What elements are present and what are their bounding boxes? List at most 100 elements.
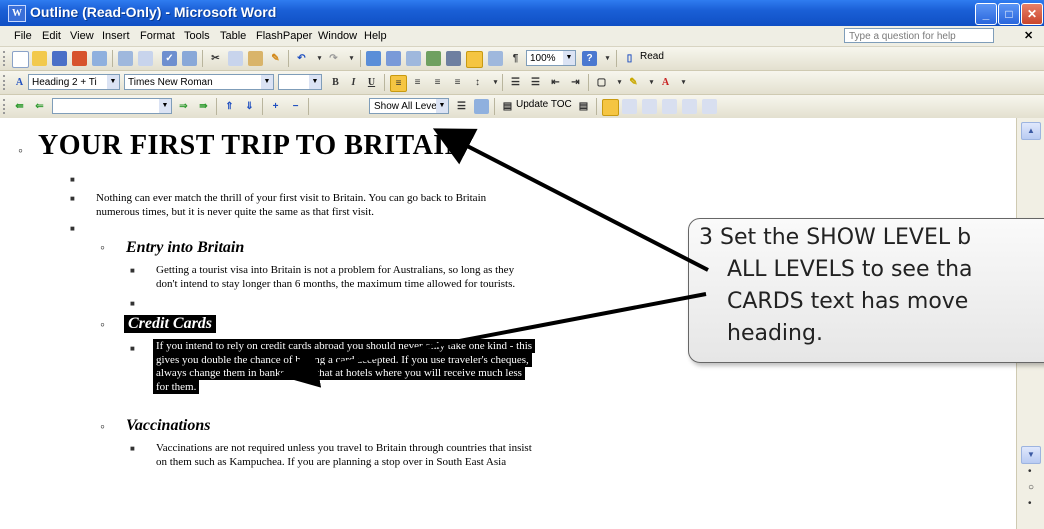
- menu-view[interactable]: View: [70, 30, 94, 42]
- menu-window[interactable]: Window: [318, 30, 357, 42]
- menu-file[interactable]: File: [14, 30, 32, 42]
- scroll-up-icon[interactable]: ▲: [1021, 122, 1041, 140]
- numbering-icon[interactable]: ☰: [508, 75, 523, 90]
- justify-icon[interactable]: ≡: [450, 75, 465, 90]
- spelling-icon[interactable]: ✓: [162, 51, 177, 66]
- document-map-icon[interactable]: [488, 51, 503, 66]
- update-toc-button[interactable]: Update TOC: [516, 99, 572, 110]
- format-painter-icon[interactable]: ✎: [268, 51, 283, 66]
- collapse-subdocuments-icon[interactable]: [622, 99, 637, 114]
- decrease-indent-icon[interactable]: ⇤: [548, 75, 563, 90]
- show-formatting-icon[interactable]: [474, 99, 489, 114]
- font-color-icon[interactable]: A: [658, 75, 673, 90]
- close-button[interactable]: ✕: [1021, 3, 1043, 25]
- print-icon[interactable]: [118, 51, 133, 66]
- paste-icon[interactable]: [248, 51, 263, 66]
- collapse-icon[interactable]: −: [288, 99, 303, 114]
- line-spacing-icon[interactable]: ↕: [470, 75, 485, 90]
- previous-object-icon[interactable]: •: [1028, 466, 1032, 477]
- toolbar-grip-icon[interactable]: [3, 75, 8, 90]
- undo-dropdown-icon[interactable]: ▾: [312, 51, 327, 66]
- master-document-view-icon[interactable]: [602, 99, 619, 116]
- menu-insert[interactable]: Insert: [102, 30, 130, 42]
- tables-borders-icon[interactable]: [386, 51, 401, 66]
- maximize-button[interactable]: □: [998, 3, 1020, 25]
- align-right-icon[interactable]: ≡: [430, 75, 445, 90]
- outline-expand-icon[interactable]: ◦: [100, 418, 105, 434]
- align-left-icon[interactable]: ≡: [390, 75, 407, 92]
- minimize-button[interactable]: _: [975, 3, 997, 25]
- demote-to-body-icon[interactable]: ⇛: [196, 99, 211, 114]
- update-toc-icon[interactable]: ▤: [500, 99, 515, 114]
- highlight-dropdown-icon[interactable]: ▾: [644, 75, 659, 90]
- outline-expand-icon[interactable]: ◦: [100, 316, 105, 332]
- create-subdocument-icon[interactable]: [642, 99, 657, 114]
- redo-dropdown-icon[interactable]: ▾: [344, 51, 359, 66]
- menu-help[interactable]: Help: [364, 30, 387, 42]
- help-dropdown-icon[interactable]: ▾: [600, 51, 615, 66]
- expand-icon[interactable]: +: [268, 99, 283, 114]
- outline-expand-icon[interactable]: ◦: [100, 239, 105, 255]
- zoom-select[interactable]: 100% ▼: [526, 50, 576, 66]
- show-first-line-icon[interactable]: ☰: [454, 99, 469, 114]
- toolbar-grip-icon[interactable]: [3, 99, 8, 114]
- italic-icon[interactable]: I: [346, 75, 361, 90]
- font-size-select[interactable]: ▼: [278, 74, 322, 90]
- insert-excel-icon[interactable]: [426, 51, 441, 66]
- promote-to-heading1-icon[interactable]: ⇚: [12, 99, 27, 114]
- save-icon[interactable]: [52, 51, 67, 66]
- read-button[interactable]: Read: [640, 51, 664, 62]
- menu-tools[interactable]: Tools: [184, 30, 210, 42]
- undo-icon[interactable]: ↶: [294, 51, 309, 66]
- help-search-input[interactable]: Type a question for help: [844, 28, 994, 43]
- menu-format[interactable]: Format: [140, 30, 175, 42]
- goto-toc-icon[interactable]: ▤: [576, 99, 591, 114]
- outline-level-select[interactable]: ▼: [52, 98, 172, 114]
- menu-flashpaper[interactable]: FlashPaper: [256, 30, 312, 42]
- menu-edit[interactable]: Edit: [42, 30, 61, 42]
- move-down-icon[interactable]: ⇓: [242, 99, 257, 114]
- promote-icon[interactable]: ⇐: [32, 99, 47, 114]
- insert-subdocument-icon[interactable]: [682, 99, 697, 114]
- toolbar-grip-icon[interactable]: [3, 51, 8, 66]
- borders-icon[interactable]: ▢: [594, 75, 609, 90]
- highlight-icon[interactable]: ✎: [626, 75, 641, 90]
- show-hide-icon[interactable]: ¶: [508, 51, 523, 66]
- styles-pane-icon[interactable]: A: [12, 75, 27, 90]
- read-icon[interactable]: ▯: [622, 51, 637, 66]
- style-select[interactable]: Heading 2 + Ti ▼: [28, 74, 120, 90]
- scroll-down-icon[interactable]: ▼: [1021, 446, 1041, 464]
- select-browse-object-icon[interactable]: ○: [1028, 482, 1034, 493]
- bold-icon[interactable]: B: [328, 75, 343, 90]
- bullets-icon[interactable]: ☰: [528, 75, 543, 90]
- menu-table[interactable]: Table: [220, 30, 246, 42]
- demote-icon[interactable]: ⇒: [176, 99, 191, 114]
- line-spacing-dropdown-icon[interactable]: ▾: [488, 75, 503, 90]
- columns-icon[interactable]: [446, 51, 461, 66]
- permission-icon[interactable]: [72, 51, 87, 66]
- cut-icon[interactable]: ✂: [208, 51, 223, 66]
- copy-icon[interactable]: [228, 51, 243, 66]
- borders-dropdown-icon[interactable]: ▾: [612, 75, 627, 90]
- outline-expand-icon[interactable]: ◦: [18, 142, 23, 158]
- font-select[interactable]: Times New Roman ▼: [124, 74, 274, 90]
- print-preview-icon[interactable]: [138, 51, 153, 66]
- remove-subdocument-icon[interactable]: [662, 99, 677, 114]
- align-center-icon[interactable]: ≡: [410, 75, 425, 90]
- new-document-icon[interactable]: [12, 51, 29, 68]
- research-icon[interactable]: [182, 51, 197, 66]
- increase-indent-icon[interactable]: ⇥: [568, 75, 583, 90]
- redo-icon[interactable]: ↷: [326, 51, 341, 66]
- move-up-icon[interactable]: ⇑: [222, 99, 237, 114]
- email-icon[interactable]: [92, 51, 107, 66]
- merge-subdocument-icon[interactable]: [702, 99, 717, 114]
- hyperlink-icon[interactable]: [366, 51, 381, 66]
- insert-table-icon[interactable]: [406, 51, 421, 66]
- drawing-icon[interactable]: [466, 51, 483, 68]
- help-icon[interactable]: ?: [582, 51, 597, 66]
- next-object-icon[interactable]: •: [1028, 498, 1032, 509]
- open-folder-icon[interactable]: [32, 51, 47, 66]
- underline-icon[interactable]: U: [364, 75, 379, 90]
- show-level-select[interactable]: Show All Levels ▼: [369, 98, 449, 114]
- doc-close-icon[interactable]: ✕: [1024, 29, 1033, 42]
